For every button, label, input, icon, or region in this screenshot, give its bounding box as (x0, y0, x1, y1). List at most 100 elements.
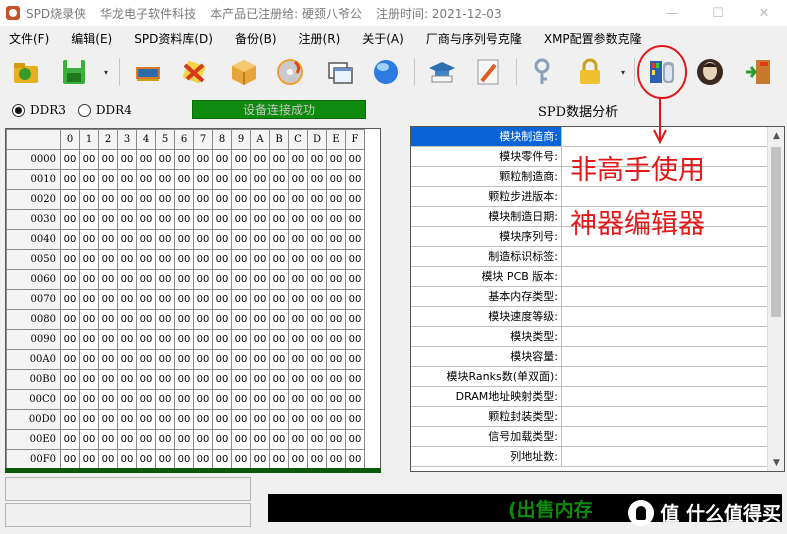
hex-cell[interactable]: 00 (155, 249, 175, 270)
hex-cell[interactable]: 00 (307, 169, 327, 190)
hex-cell[interactable]: 00 (212, 349, 232, 370)
hex-cell[interactable]: 00 (212, 389, 232, 410)
scroll-down-arrow[interactable]: ▼ (768, 454, 784, 471)
vertical-scrollbar[interactable]: ▲ ▼ (767, 127, 784, 471)
hex-cell[interactable]: 00 (345, 449, 365, 470)
hex-cell[interactable]: 00 (288, 169, 308, 190)
hex-cell[interactable]: 00 (136, 429, 156, 450)
hex-cell[interactable]: 00 (250, 209, 270, 230)
menu-vendor-serial-clone[interactable]: 厂商与序列号克隆 (426, 30, 522, 47)
hex-cell[interactable]: 00 (326, 309, 346, 330)
hex-cell[interactable]: 00 (212, 229, 232, 250)
hex-cell[interactable]: 00 (307, 149, 327, 170)
hex-cell[interactable]: 00 (288, 289, 308, 310)
hex-cell[interactable]: 00 (288, 349, 308, 370)
spd-field-value[interactable] (562, 247, 784, 266)
graduation-cap-icon[interactable] (424, 54, 460, 90)
hex-cell[interactable]: 00 (60, 369, 80, 390)
hex-cell[interactable]: 00 (136, 169, 156, 190)
save-dropdown-arrow[interactable]: ▾ (104, 68, 112, 77)
hex-cell[interactable]: 00 (269, 309, 289, 330)
hex-cell[interactable]: 00 (193, 309, 213, 330)
hex-cell[interactable]: 00 (212, 329, 232, 350)
spd-field-row[interactable]: DRAM地址映射类型: (411, 387, 784, 407)
hex-cell[interactable]: 00 (117, 229, 137, 250)
spd-field-row[interactable]: 模块制造商: (411, 127, 784, 147)
hex-cell[interactable]: 00 (212, 429, 232, 450)
hex-cell[interactable]: 00 (98, 329, 118, 350)
hex-cell[interactable]: 00 (345, 409, 365, 430)
hex-cell[interactable]: 00 (117, 149, 137, 170)
hex-cell[interactable]: 00 (231, 269, 251, 290)
hex-cell[interactable]: 00 (60, 229, 80, 250)
hex-cell[interactable]: 00 (79, 389, 99, 410)
hex-cell[interactable]: 00 (269, 369, 289, 390)
hex-cell[interactable]: 00 (288, 149, 308, 170)
exit-door-icon[interactable] (740, 54, 776, 90)
hex-cell[interactable]: 00 (269, 249, 289, 270)
spd-field-value[interactable] (562, 347, 784, 366)
hex-cell[interactable]: 00 (307, 309, 327, 330)
spd-field-row[interactable]: 列地址数: (411, 447, 784, 467)
hex-cell[interactable]: 00 (60, 149, 80, 170)
hex-cell[interactable]: 00 (326, 229, 346, 250)
hex-cell[interactable]: 00 (117, 169, 137, 190)
hex-cell[interactable]: 00 (136, 329, 156, 350)
hex-cell[interactable]: 00 (269, 229, 289, 250)
hex-cell[interactable]: 00 (174, 269, 194, 290)
hex-cell[interactable]: 00 (288, 369, 308, 390)
hex-cell[interactable]: 00 (212, 269, 232, 290)
hex-cell[interactable]: 00 (79, 369, 99, 390)
hex-cell[interactable]: 00 (326, 189, 346, 210)
hex-cell[interactable]: 00 (269, 189, 289, 210)
hex-cell[interactable]: 00 (136, 249, 156, 270)
hex-cell[interactable]: 00 (231, 309, 251, 330)
hex-cell[interactable]: 00 (269, 289, 289, 310)
hex-cell[interactable]: 00 (193, 409, 213, 430)
package-box-icon[interactable] (226, 54, 262, 90)
hex-cell[interactable]: 00 (231, 409, 251, 430)
cd-burn-icon[interactable] (272, 54, 308, 90)
hex-cell[interactable]: 00 (231, 189, 251, 210)
hex-cell[interactable]: 00 (174, 389, 194, 410)
hex-cell[interactable]: 00 (250, 449, 270, 470)
spd-editor-tool-icon[interactable] (644, 54, 680, 90)
spd-field-value[interactable] (562, 127, 784, 146)
hex-cell[interactable]: 00 (250, 149, 270, 170)
hex-cell[interactable]: 00 (98, 269, 118, 290)
hex-cell[interactable]: 00 (60, 409, 80, 430)
spd-field-row[interactable]: 模块速度等级: (411, 307, 784, 327)
hex-cell[interactable]: 00 (98, 309, 118, 330)
hex-cell[interactable]: 00 (98, 429, 118, 450)
menu-xmp-clone[interactable]: XMP配置参数克隆 (544, 30, 642, 47)
hex-cell[interactable]: 00 (98, 389, 118, 410)
hex-cell[interactable]: 00 (345, 329, 365, 350)
hex-cell[interactable]: 00 (117, 289, 137, 310)
hex-cell[interactable]: 00 (60, 429, 80, 450)
spd-field-row[interactable]: 模块 PCB 版本: (411, 267, 784, 287)
hex-cell[interactable]: 00 (269, 349, 289, 370)
hex-cell[interactable]: 00 (117, 389, 137, 410)
hex-cell[interactable]: 00 (269, 389, 289, 410)
hex-cell[interactable]: 00 (307, 289, 327, 310)
hex-cell[interactable]: 00 (250, 309, 270, 330)
hex-cell[interactable]: 00 (231, 209, 251, 230)
hex-cell[interactable]: 00 (136, 269, 156, 290)
hex-cell[interactable]: 00 (231, 289, 251, 310)
hex-cell[interactable]: 00 (212, 409, 232, 430)
hex-cell[interactable]: 00 (193, 269, 213, 290)
hex-cell[interactable]: 00 (212, 189, 232, 210)
save-disk-icon[interactable] (56, 54, 92, 90)
hex-cell[interactable]: 00 (326, 449, 346, 470)
hex-cell[interactable]: 00 (345, 289, 365, 310)
maximize-button[interactable]: ☐ (695, 0, 741, 26)
hex-cell[interactable]: 00 (345, 389, 365, 410)
globe-icon[interactable] (368, 54, 404, 90)
lock-dropdown-arrow[interactable]: ▾ (621, 68, 629, 77)
hex-cell[interactable]: 00 (307, 209, 327, 230)
hex-cell[interactable]: 00 (155, 409, 175, 430)
hex-cell[interactable]: 00 (60, 169, 80, 190)
hex-cell[interactable]: 00 (250, 429, 270, 450)
hex-cell[interactable]: 00 (79, 329, 99, 350)
spd-field-value[interactable] (562, 267, 784, 286)
